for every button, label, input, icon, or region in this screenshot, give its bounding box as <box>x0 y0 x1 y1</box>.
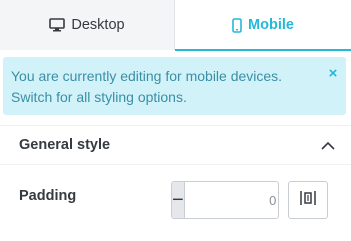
mobile-icon <box>232 17 242 33</box>
chevron-up-icon <box>321 141 335 150</box>
decrement-button[interactable]: − <box>172 182 185 218</box>
device-tabs: Desktop Mobile <box>0 0 351 51</box>
padding-label: Padding <box>19 188 77 204</box>
link-sides-button[interactable] <box>288 181 328 219</box>
tab-mobile[interactable]: Mobile <box>175 0 351 51</box>
alert-message-line2: Switch for all styling options. <box>11 89 187 105</box>
padding-row: Padding − + <box>0 181 351 221</box>
general-style-header[interactable]: General style <box>0 125 351 165</box>
padding-stepper: − + <box>171 181 279 219</box>
tab-desktop-label: Desktop <box>71 17 125 33</box>
info-alert: You are currently editing for mobile dev… <box>3 57 346 115</box>
alert-message-line1: You are currently editing for mobile dev… <box>11 68 283 84</box>
padding-input[interactable] <box>184 182 278 218</box>
tab-desktop[interactable]: Desktop <box>0 0 175 50</box>
desktop-icon <box>49 18 66 32</box>
section-title: General style <box>19 137 111 153</box>
tab-mobile-label: Mobile <box>248 17 294 33</box>
link-sides-icon <box>299 190 317 211</box>
close-icon[interactable]: × <box>326 66 340 81</box>
